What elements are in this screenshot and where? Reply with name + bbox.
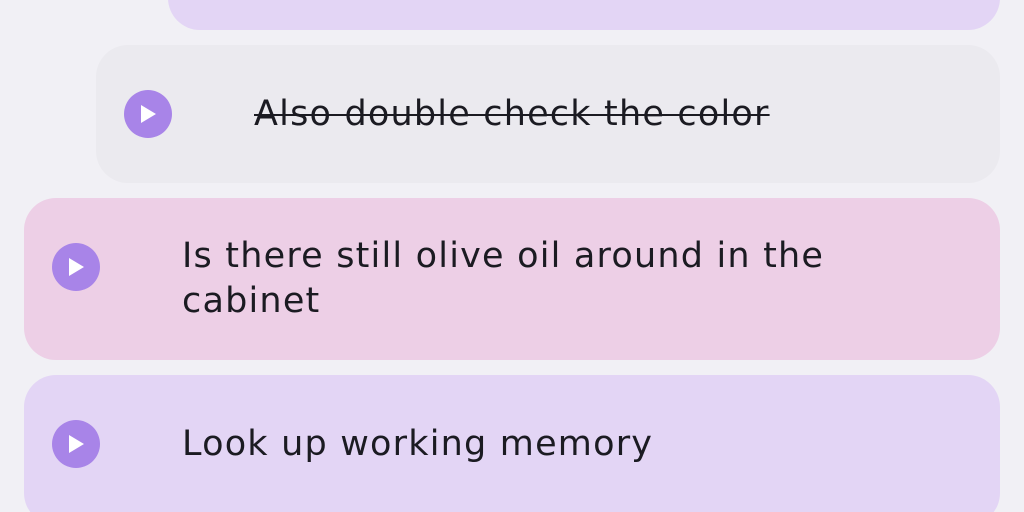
play-icon[interactable] [124,90,172,138]
task-label: Look up working memory [182,424,654,464]
task-card-olive-oil[interactable]: Is there still olive oil around in the c… [24,198,1000,360]
play-icon[interactable] [52,243,100,291]
task-label: Is there still olive oil around in the c… [182,236,825,321]
task-card-completed[interactable]: Also double check the color [96,45,1000,183]
task-card-working-memory[interactable]: Look up working memory [24,375,1000,512]
task-list: Also double check the color Is there sti… [0,0,1024,512]
task-label: Also double check the color [254,94,770,134]
play-icon[interactable] [52,420,100,468]
task-card-partial[interactable] [168,0,1000,30]
